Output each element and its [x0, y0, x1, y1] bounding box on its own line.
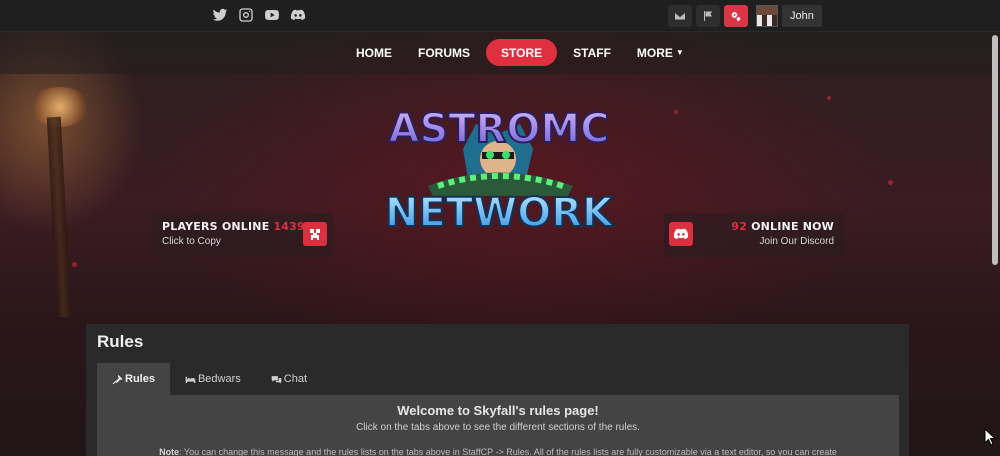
envelope-icon — [675, 12, 685, 20]
note-text: Note: You can change this message and th… — [97, 447, 899, 456]
discord-online-widget[interactable]: 92 ONLINE NOW Join Our Discord — [664, 213, 844, 257]
main-nav: HOME FORUMS STORE STAFF MORE ▼ — [0, 32, 1000, 74]
social-links — [210, 5, 308, 25]
nav-store[interactable]: STORE — [486, 39, 558, 66]
players-online-widget[interactable]: PLAYERS ONLINE 143961 Click to Copy — [153, 213, 333, 257]
nav-more-label: MORE — [636, 45, 673, 60]
youtube-icon[interactable] — [262, 5, 282, 25]
nav-home[interactable]: HOME — [346, 39, 402, 66]
ember — [72, 262, 77, 267]
tabs-hint: Click on the tabs above to see the diffe… — [356, 422, 640, 433]
logo-line-2: NETWORK — [385, 190, 615, 234]
nav-forums[interactable]: FORUMS — [408, 39, 480, 66]
reports-button[interactable] — [696, 5, 720, 27]
caret-down-icon: ▼ — [675, 48, 684, 57]
discord-icon[interactable] — [288, 5, 308, 25]
join-discord-label: Join Our Discord — [759, 236, 834, 247]
players-online-label: PLAYERS ONLINE — [162, 220, 270, 233]
flag-icon — [704, 11, 712, 21]
lamp-post — [46, 116, 72, 318]
tab-chat-label: Chat — [283, 373, 308, 385]
click-to-copy-label: Click to Copy — [162, 236, 221, 247]
discord-icon — [669, 222, 693, 246]
scrollbar[interactable] — [992, 35, 998, 265]
chat-bubbles-icon — [271, 375, 282, 384]
ember — [674, 110, 678, 114]
username-label[interactable]: John — [782, 5, 822, 27]
nav-staff[interactable]: STAFF — [563, 39, 621, 66]
server-logo: ASTROMC NETWORK — [384, 105, 616, 234]
user-bar: John — [668, 5, 822, 27]
logo-line-1: ASTROMC — [388, 106, 609, 152]
nav-more[interactable]: MORE ▼ — [627, 39, 694, 66]
creeper-icon — [303, 222, 327, 246]
players-online-title: PLAYERS ONLINE 143961 — [162, 220, 321, 233]
rules-card: Rules Rules Bedwars Chat Welcome to Skyf… — [86, 324, 909, 456]
instagram-icon[interactable] — [236, 5, 256, 25]
tab-bedwars[interactable]: Bedwars — [170, 363, 256, 395]
discord-online-label: ONLINE NOW — [751, 220, 834, 233]
discord-online-count: 92 — [731, 220, 748, 233]
welcome-heading: Welcome to Skyfall's rules page! — [397, 403, 599, 418]
page-title: Rules — [97, 332, 144, 351]
tab-rules-label: Rules — [125, 373, 155, 385]
tab-rules[interactable]: Rules — [97, 363, 170, 395]
bed-icon — [185, 376, 196, 383]
tab-chat[interactable]: Chat — [256, 363, 322, 395]
ember — [827, 96, 831, 100]
avatar[interactable] — [756, 5, 778, 27]
cogs-icon — [731, 11, 741, 22]
note-label: Note — [159, 447, 180, 456]
gavel-icon — [112, 374, 123, 384]
note-body: : You can change this message and the ru… — [179, 447, 837, 456]
staffcp-button[interactable] — [724, 5, 748, 27]
messages-button[interactable] — [668, 5, 692, 27]
rules-tab-panel: Welcome to Skyfall's rules page! Click o… — [97, 395, 899, 456]
tab-bedwars-label: Bedwars — [197, 373, 241, 385]
ember — [888, 180, 893, 185]
top-bar: John — [0, 0, 1000, 32]
rules-tabs: Rules Bedwars Chat — [97, 363, 322, 395]
mouse-cursor-icon — [984, 428, 996, 446]
discord-online-title: 92 ONLINE NOW — [731, 220, 834, 233]
twitter-icon[interactable] — [210, 5, 230, 25]
